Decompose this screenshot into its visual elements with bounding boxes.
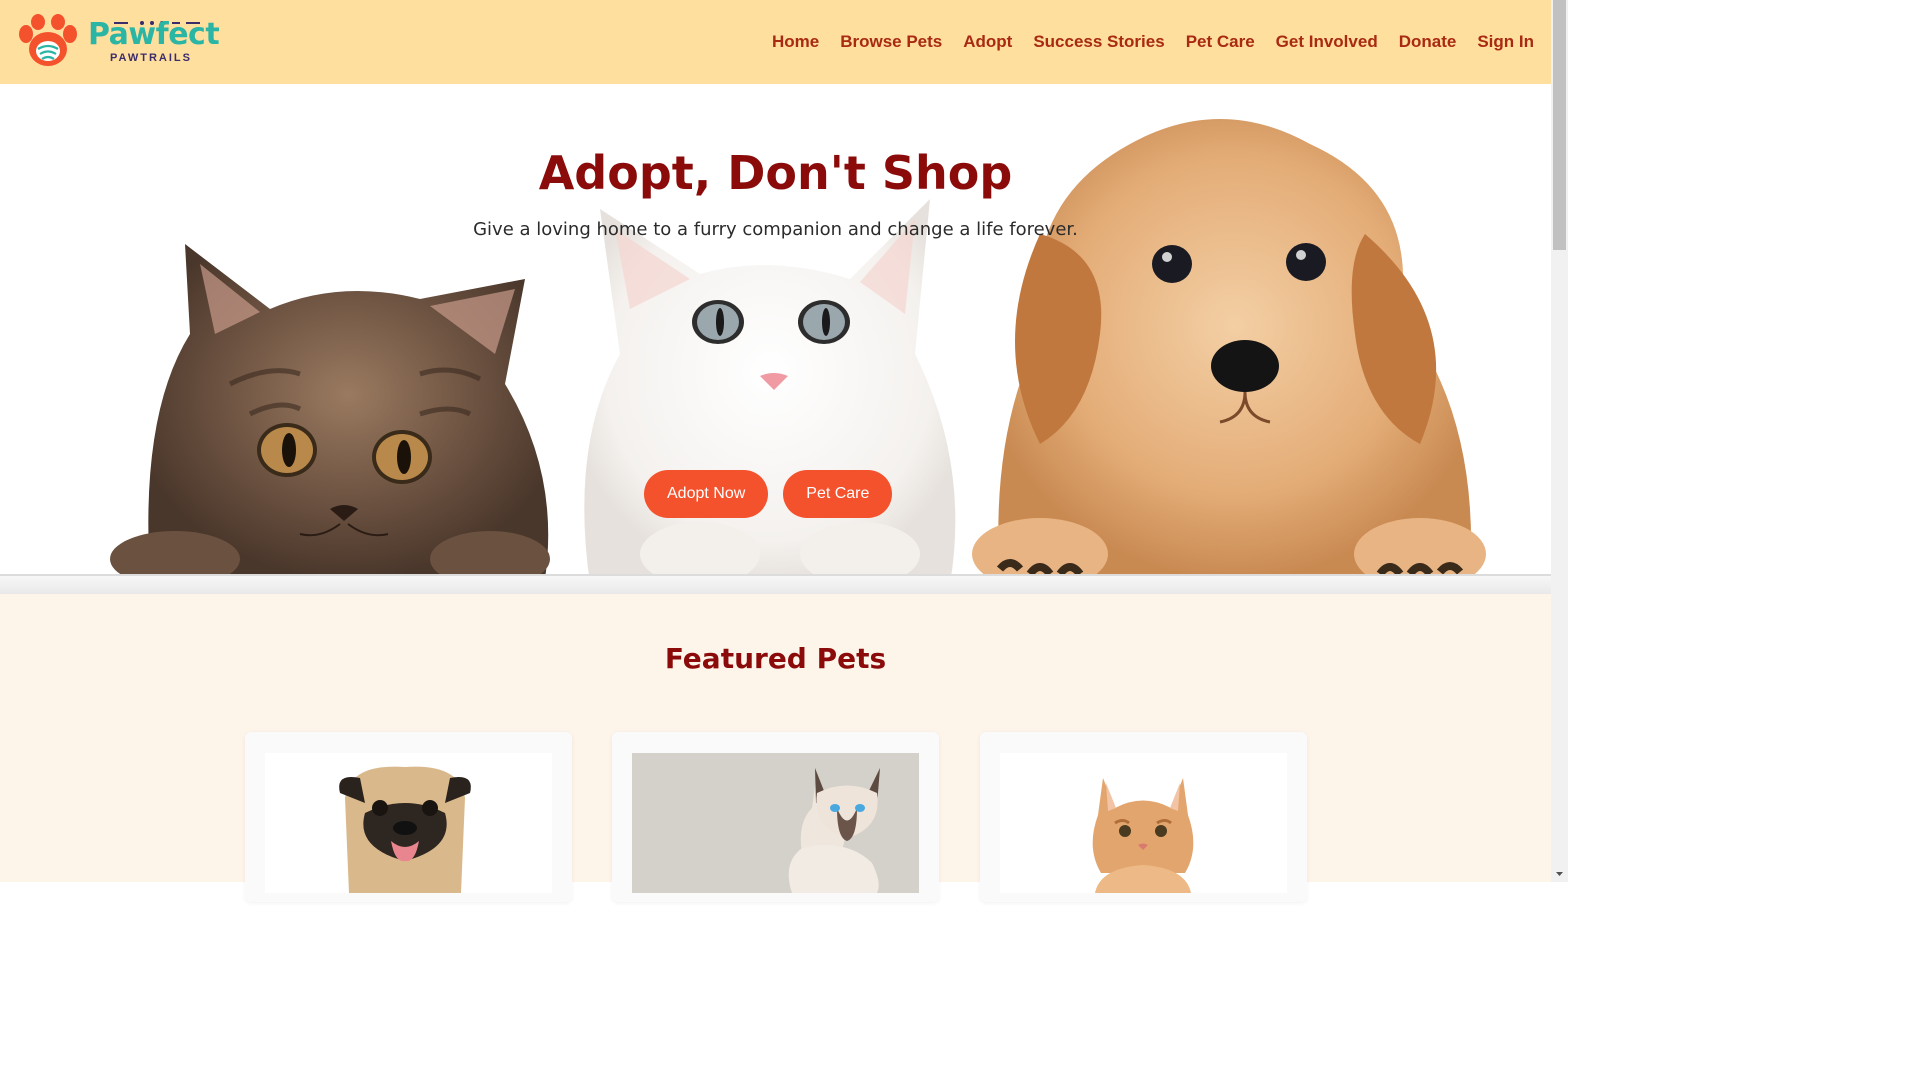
- pet-care-button[interactable]: Pet Care: [783, 470, 893, 518]
- nav-get-involved[interactable]: Get Involved: [1276, 31, 1378, 53]
- brand-tagline: PAWTRAILS: [110, 52, 192, 64]
- site-header: Pawfect PAWTRAILS Home Browse Pets Adopt…: [0, 0, 1551, 84]
- hero-section: Adopt, Don't Shop Give a loving home to …: [0, 84, 1551, 594]
- orange-kitten-photo: [1000, 753, 1287, 893]
- pet-card-siamese[interactable]: [612, 732, 939, 902]
- white-kitten: [584, 199, 956, 586]
- hero-subtitle: Give a loving home to a furry companion …: [473, 219, 1078, 240]
- hero-actions: Adopt Now Pet Care: [644, 470, 893, 518]
- paw-logo-icon: [19, 14, 77, 66]
- page-scrollbar[interactable]: [1551, 0, 1568, 882]
- pug-photo: [265, 753, 552, 893]
- nav-pet-care[interactable]: Pet Care: [1186, 31, 1255, 53]
- nav-browse-pets[interactable]: Browse Pets: [840, 31, 942, 53]
- scroll-down-arrow-icon[interactable]: [1551, 865, 1568, 882]
- tabby-kitten: [110, 244, 550, 587]
- site-logo[interactable]: Pawfect PAWTRAILS: [16, 14, 226, 70]
- nav-donate[interactable]: Donate: [1399, 31, 1457, 53]
- pet-card-pug[interactable]: [245, 732, 572, 902]
- main-nav: Home Browse Pets Adopt Success Stories P…: [751, 31, 1534, 53]
- nav-adopt[interactable]: Adopt: [963, 31, 1012, 53]
- nav-home[interactable]: Home: [772, 31, 819, 53]
- pet-card-kitten[interactable]: [980, 732, 1307, 902]
- adopt-now-button[interactable]: Adopt Now: [644, 470, 769, 518]
- brand-name: Pawfect: [88, 17, 220, 52]
- scrollbar-thumb[interactable]: [1553, 0, 1566, 250]
- featured-title: Featured Pets: [664, 642, 887, 675]
- hero-title: Adopt, Don't Shop: [538, 146, 1013, 200]
- nav-sign-in[interactable]: Sign In: [1477, 31, 1534, 53]
- siamese-cat-photo: [632, 753, 919, 893]
- featured-pets-section: Featured Pets: [0, 594, 1551, 902]
- nav-success-stories[interactable]: Success Stories: [1033, 31, 1164, 53]
